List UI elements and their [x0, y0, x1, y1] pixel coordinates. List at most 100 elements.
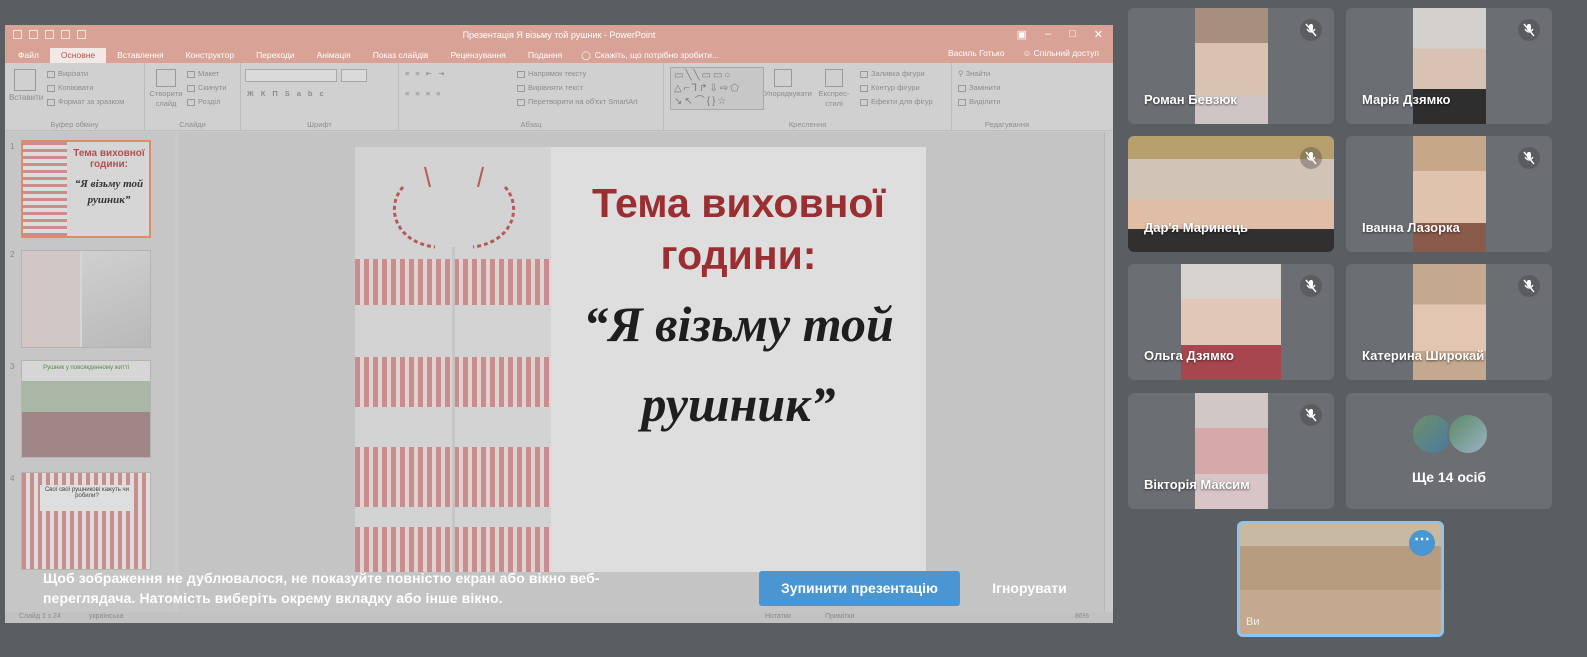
- section-button[interactable]: Розділ: [187, 97, 220, 106]
- self-view-tile[interactable]: ⋯ Ви: [1237, 521, 1444, 637]
- notes-button[interactable]: Нотатки: [765, 613, 791, 620]
- shape-fill-button[interactable]: Заливка фігури: [860, 69, 925, 78]
- language-indicator: українська: [89, 613, 124, 620]
- more-participants-tile[interactable]: Ще 14 осіб: [1346, 393, 1552, 509]
- align-text-button[interactable]: Вирівняти текст: [517, 83, 583, 92]
- group-label: Креслення: [788, 120, 827, 129]
- ribbon-display-icon[interactable]: ▣: [1017, 28, 1027, 41]
- zoom-level[interactable]: 86%: [1075, 613, 1089, 620]
- tab-home[interactable]: Основне: [49, 48, 107, 63]
- replace-button[interactable]: Замінити: [958, 83, 1000, 92]
- mic-off-icon: [1518, 275, 1540, 297]
- vertical-scrollbar[interactable]: [1104, 132, 1113, 612]
- more-horizontal-icon[interactable]: ⋯: [1409, 530, 1435, 556]
- mic-off-icon: [1300, 275, 1322, 297]
- lightbulb-icon: ◯: [581, 50, 591, 60]
- find-button[interactable]: ⚲ Знайти: [958, 69, 990, 78]
- font-name-box[interactable]: [245, 69, 337, 82]
- participant-tile[interactable]: Дар'я Маринець: [1128, 136, 1334, 252]
- mic-off-icon: [1518, 147, 1540, 169]
- select-label: Виділити: [969, 97, 1001, 106]
- tab-file[interactable]: Файл: [7, 48, 50, 63]
- smartart-button[interactable]: Перетворити на об'єкт SmartArt: [517, 97, 638, 106]
- slide-thumbnail-2[interactable]: [21, 250, 151, 348]
- maximize-icon[interactable]: □: [1069, 28, 1076, 41]
- tab-design[interactable]: Конструктор: [175, 48, 245, 63]
- slide-number: 4: [10, 474, 15, 483]
- tab-review[interactable]: Рецензування: [439, 48, 516, 63]
- comments-button[interactable]: Примітки: [825, 613, 854, 620]
- group-editing: ⚲ Знайти Замінити Виділити Редагування: [952, 63, 1062, 131]
- tab-insert[interactable]: Вставлення: [106, 48, 174, 63]
- align-buttons[interactable]: ≡≡≡≡: [405, 89, 447, 98]
- tab-animations[interactable]: Анімація: [306, 48, 362, 63]
- font-size-box[interactable]: [341, 69, 367, 82]
- pen-icon: [860, 84, 868, 92]
- share-button[interactable]: ☺ Спільний доступ: [1023, 48, 1099, 58]
- text-direction-button[interactable]: Напрямок тексту: [517, 69, 586, 78]
- slide-thumbnail-3[interactable]: Рушник у повсякденному житті: [21, 360, 151, 458]
- group-label: Буфер обміну: [50, 120, 99, 129]
- list-buttons[interactable]: ≡≡⇤⇥: [405, 69, 450, 78]
- ignore-button[interactable]: Ігнорувати: [972, 571, 1087, 606]
- tab-slideshow[interactable]: Показ слайдів: [362, 48, 440, 63]
- layout-button[interactable]: Макет: [187, 69, 219, 78]
- participant-tile[interactable]: Ольга Дзямко: [1128, 264, 1334, 380]
- quick-styles-label: Експрес-стилі: [818, 89, 850, 108]
- participant-name: Марія Дзямко: [1362, 92, 1451, 107]
- thumb-title: Тема виховної години:: [73, 148, 145, 170]
- format-painter-button[interactable]: Формат за зразком: [47, 97, 124, 106]
- font-format-buttons[interactable]: ЖКПSabc: [247, 89, 331, 98]
- new-slide-label: Створити слайд: [149, 89, 183, 108]
- tab-transitions[interactable]: Переходи: [245, 48, 306, 63]
- thumb-subtitle: “Я візьму той рушник”: [74, 178, 144, 206]
- group-slides: Створити слайд Макет Скинути Розділ Слай…: [145, 63, 241, 131]
- replace-icon: [958, 84, 966, 92]
- minimize-icon[interactable]: –: [1045, 28, 1051, 41]
- group-font: ЖКПSabc Шрифт: [241, 63, 399, 131]
- arrange-button[interactable]: Упорядкувати: [764, 69, 812, 99]
- paste-button[interactable]: Вставити: [9, 69, 43, 102]
- quick-styles-button[interactable]: Експрес-стилі: [814, 69, 854, 109]
- shape-outline-button[interactable]: Контур фігури: [860, 83, 920, 92]
- tab-view[interactable]: Подання: [517, 48, 573, 63]
- user-name[interactable]: Василь Готько: [948, 48, 1005, 58]
- text-direction-icon: [517, 70, 525, 78]
- participant-tile[interactable]: Вікторія Максим: [1128, 393, 1334, 509]
- slide-thumbnail-panel: 1 Тема виховної години: “Я візьму той ру…: [5, 132, 175, 612]
- shape-outline-label: Контур фігури: [871, 83, 920, 92]
- participant-tile[interactable]: Роман Бевзюк: [1128, 8, 1334, 124]
- group-label: Абзац: [520, 120, 542, 129]
- new-slide-button[interactable]: Створити слайд: [148, 69, 184, 109]
- mic-off-icon: [1300, 147, 1322, 169]
- embroidered-towel-image: [355, 147, 551, 572]
- participant-name: Ольга Дзямко: [1144, 348, 1234, 363]
- new-slide-icon: [156, 69, 176, 87]
- group-label: Редагування: [984, 120, 1030, 129]
- slide-thumbnail-4[interactable]: Свої свої рушникові кажуть чи робили?: [21, 472, 151, 570]
- shape-effects-button[interactable]: Ефекти для фігур: [860, 97, 933, 106]
- tell-me-box[interactable]: ◯ Скажіть, що потрібно зробити...: [581, 48, 719, 63]
- cut-button[interactable]: Вирізати: [47, 69, 88, 78]
- reset-button[interactable]: Скинути: [187, 83, 226, 92]
- self-name: Ви: [1246, 616, 1260, 628]
- participant-tile[interactable]: Іванна Лазорка: [1346, 136, 1552, 252]
- arrange-icon: [774, 69, 792, 87]
- brush-icon: [47, 98, 55, 106]
- participant-name: Іванна Лазорка: [1362, 220, 1460, 235]
- thumb-caption: Рушник у повсякденному житті: [43, 365, 129, 371]
- slide-thumbnail-1[interactable]: Тема виховної години: “Я візьму той рушн…: [21, 140, 151, 238]
- participant-tile[interactable]: Марія Дзямко: [1346, 8, 1552, 124]
- tell-me-text: Скажіть, що потрібно зробити...: [594, 50, 720, 60]
- participant-tile[interactable]: Катерина Широкай: [1346, 264, 1552, 380]
- shapes-gallery[interactable]: ▭╲╲▭▭○ △⌐⅂↱⇩⇨⬠ ↘↖⌒{}☆: [670, 67, 764, 110]
- copy-button[interactable]: Копіювати: [47, 83, 93, 92]
- replace-label: Замінити: [969, 83, 1001, 92]
- participant-avatars: [1411, 413, 1491, 457]
- participant-name: Роман Бевзюк: [1144, 92, 1237, 107]
- group-clipboard: Вставити Вирізати Копіювати Формат за зр…: [5, 63, 145, 131]
- stop-presenting-button[interactable]: Зупинити презентацію: [759, 571, 960, 606]
- close-icon[interactable]: ✕: [1094, 28, 1103, 41]
- format-painter-label: Формат за зразком: [58, 97, 125, 106]
- select-button[interactable]: Виділити: [958, 97, 1000, 106]
